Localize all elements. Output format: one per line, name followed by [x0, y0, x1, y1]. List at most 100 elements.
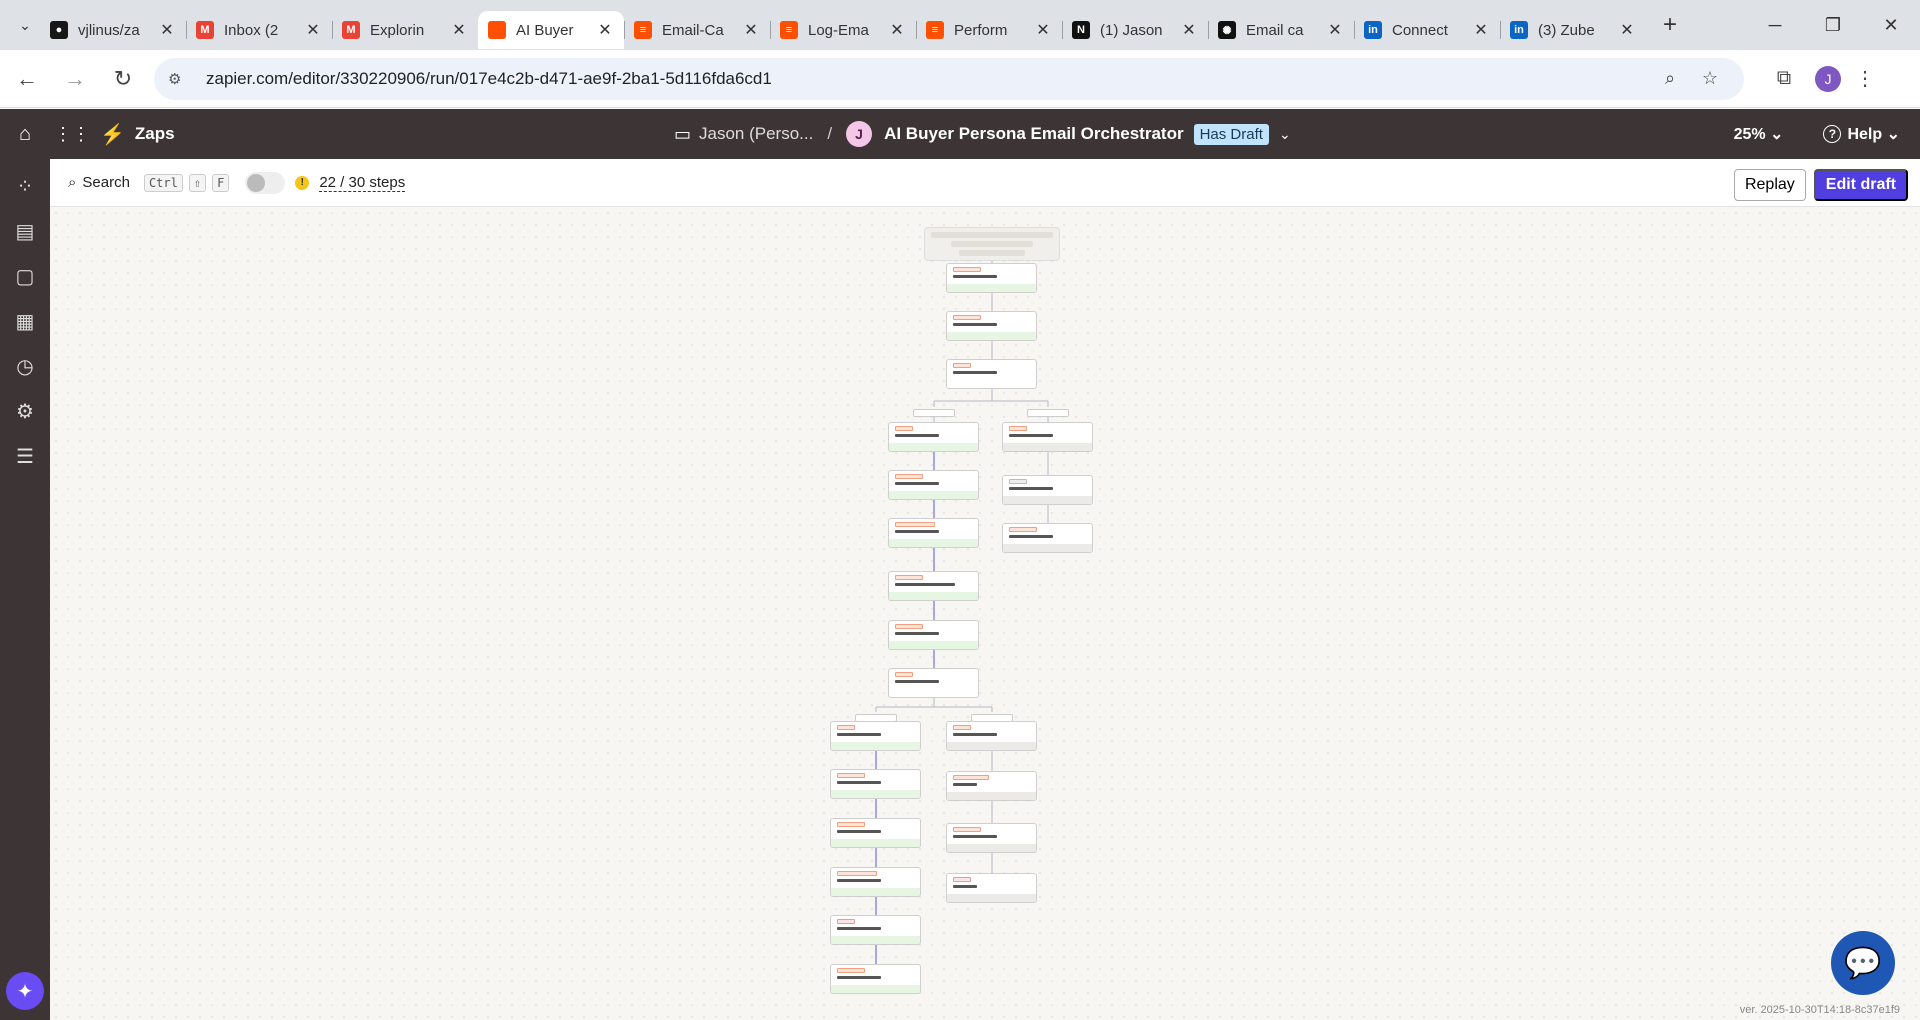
tab-title: Perform	[954, 21, 1008, 39]
close-tab-icon[interactable]: ✕	[596, 20, 614, 40]
step-card[interactable]	[1002, 523, 1093, 553]
gmail-icon: M	[342, 21, 360, 39]
copilot-icon[interactable]: ✦	[6, 972, 44, 1010]
tab-title: Log-Ema	[808, 21, 869, 39]
browser-tab[interactable]: ✺ Email ca ✕	[1208, 11, 1354, 49]
step-card[interactable]	[888, 620, 979, 650]
owner-avatar: J	[846, 121, 873, 147]
step-card[interactable]	[946, 823, 1037, 853]
help-menu[interactable]: Help ⌄	[1847, 124, 1900, 144]
step-card[interactable]	[1002, 475, 1093, 505]
zaps-link[interactable]: Zaps	[135, 124, 175, 144]
path-label[interactable]	[1027, 409, 1069, 417]
apps-icon[interactable]: ⁘	[0, 164, 50, 209]
extensions-icon[interactable]: ⧉	[1762, 67, 1806, 90]
tab-title: (1) Jason	[1100, 21, 1163, 39]
step-card[interactable]	[946, 263, 1037, 293]
browser-menu-icon[interactable]: ⋮	[1850, 66, 1880, 91]
home-icon[interactable]: ⌂	[0, 123, 50, 146]
browser-tab[interactable]: M Inbox (2 ✕	[186, 11, 332, 49]
step-card[interactable]	[946, 771, 1037, 801]
zap-title[interactable]: AI Buyer Persona Email Orchestrator	[884, 124, 1184, 144]
chat-support-icon[interactable]: 💬	[1831, 931, 1895, 995]
browser-tab[interactable]: in (3) Zube ✕	[1500, 11, 1646, 49]
zoom-icon[interactable]: ⌕	[1650, 68, 1690, 89]
url-text: zapier.com/editor/330220906/run/017e4c2b…	[206, 68, 772, 88]
close-tab-icon[interactable]: ✕	[1034, 20, 1052, 40]
back-icon[interactable]: ←	[6, 58, 48, 100]
history-icon[interactable]: ◷	[0, 344, 50, 389]
step-card[interactable]	[830, 964, 921, 994]
tab-title: vjlinus/za	[78, 21, 140, 39]
step-card[interactable]	[1002, 422, 1093, 452]
close-tab-icon[interactable]: ✕	[742, 20, 760, 40]
settings-icon[interactable]: ⚙	[0, 389, 50, 434]
search-icon[interactable]: ⌕	[68, 174, 76, 191]
close-tab-icon[interactable]: ✕	[888, 20, 906, 40]
help-label: Help	[1847, 126, 1883, 143]
zoom-dropdown[interactable]: 25% ⌄	[1734, 124, 1784, 144]
left-sidebar: ⁘ ▤ ▢ ▦ ◷ ⚙ ☰ ✦	[0, 159, 50, 1020]
search-button[interactable]: Search	[82, 174, 130, 191]
steps-counter[interactable]: 22 / 30 steps	[319, 174, 406, 192]
close-tab-icon[interactable]: ✕	[304, 20, 322, 40]
new-tab-button[interactable]: +	[1652, 11, 1688, 39]
step-card[interactable]	[946, 721, 1037, 751]
bookmark-star-icon[interactable]: ☆	[1690, 68, 1730, 89]
step-card[interactable]	[830, 721, 921, 751]
step-card[interactable]	[946, 873, 1037, 903]
tab-search-chevron-icon[interactable]: ⌄	[10, 10, 40, 40]
step-card[interactable]	[830, 867, 921, 897]
close-tab-icon[interactable]: ✕	[1472, 20, 1490, 40]
close-tab-icon[interactable]: ✕	[158, 20, 176, 40]
folder-name[interactable]: Jason (Perso...	[699, 124, 813, 144]
replay-button[interactable]: Replay	[1733, 169, 1806, 201]
close-tab-icon[interactable]: ✕	[1326, 20, 1344, 40]
browser-tab[interactable]: N (1) Jason ✕	[1062, 11, 1208, 49]
site-info-icon[interactable]: ⚙	[168, 70, 192, 88]
step-card[interactable]	[888, 571, 979, 601]
step-card[interactable]	[888, 668, 979, 698]
step-card[interactable]	[888, 470, 979, 500]
tab-title: Email ca	[1246, 21, 1304, 39]
browser-tab[interactable]: ≡ Perform ✕	[916, 11, 1062, 49]
run-summary-card[interactable]	[924, 227, 1060, 261]
path-label[interactable]	[913, 409, 955, 417]
browser-tab[interactable]: AI Buyer ✕	[478, 11, 624, 49]
zoom-level: 25%	[1733, 126, 1766, 143]
draft-badge: Has Draft	[1193, 123, 1269, 145]
comment-icon[interactable]: ▢	[0, 254, 50, 299]
breadcrumb: ▭ Jason (Perso... / J AI Buyer Persona E…	[674, 109, 1291, 159]
workflow-canvas[interactable]	[50, 207, 1920, 1020]
step-card[interactable]	[946, 359, 1037, 389]
step-card[interactable]	[830, 818, 921, 848]
step-card[interactable]	[830, 769, 921, 799]
chevron-down-icon[interactable]: ⌄	[1279, 126, 1291, 143]
close-tab-icon[interactable]: ✕	[450, 20, 468, 40]
url-input[interactable]: ⚙ zapier.com/editor/330220906/run/017e4c…	[154, 57, 1744, 100]
forward-icon[interactable]: →	[54, 58, 96, 100]
calendar-icon[interactable]: ▦	[0, 299, 50, 344]
profile-avatar[interactable]: J	[1815, 65, 1841, 92]
step-card[interactable]	[888, 518, 979, 548]
step-card[interactable]	[830, 915, 921, 945]
close-tab-icon[interactable]: ✕	[1618, 20, 1636, 40]
browser-tab[interactable]: ≡ Log-Ema ✕	[770, 11, 916, 49]
browser-tab[interactable]: ≡ Email-Ca ✕	[624, 11, 770, 49]
restore-icon[interactable]: ❐	[1804, 0, 1862, 50]
versions-icon[interactable]: ☰	[0, 434, 50, 479]
browser-tab[interactable]: M Explorin ✕	[332, 11, 478, 49]
edit-draft-button[interactable]: Edit draft	[1813, 169, 1908, 201]
zap-on-off-toggle[interactable]	[245, 171, 286, 194]
close-tab-icon[interactable]: ✕	[1180, 20, 1198, 40]
step-card[interactable]	[946, 311, 1037, 341]
browser-tab[interactable]: in Connect ✕	[1354, 11, 1500, 49]
reload-icon[interactable]: ↻	[102, 58, 144, 100]
browser-tab[interactable]: ● vjlinus/za ✕	[40, 11, 186, 49]
close-window-icon[interactable]: ✕	[1862, 0, 1920, 50]
step-card[interactable]	[888, 422, 979, 452]
app-grid-icon[interactable]: ⋮⋮	[52, 124, 92, 145]
minimize-icon[interactable]: ─	[1746, 0, 1804, 50]
export-file-icon[interactable]: ▤	[0, 209, 50, 254]
app-header: ⌂ ⋮⋮ ⚡ Zaps ▭ Jason (Perso... / J AI Buy…	[0, 109, 1920, 159]
